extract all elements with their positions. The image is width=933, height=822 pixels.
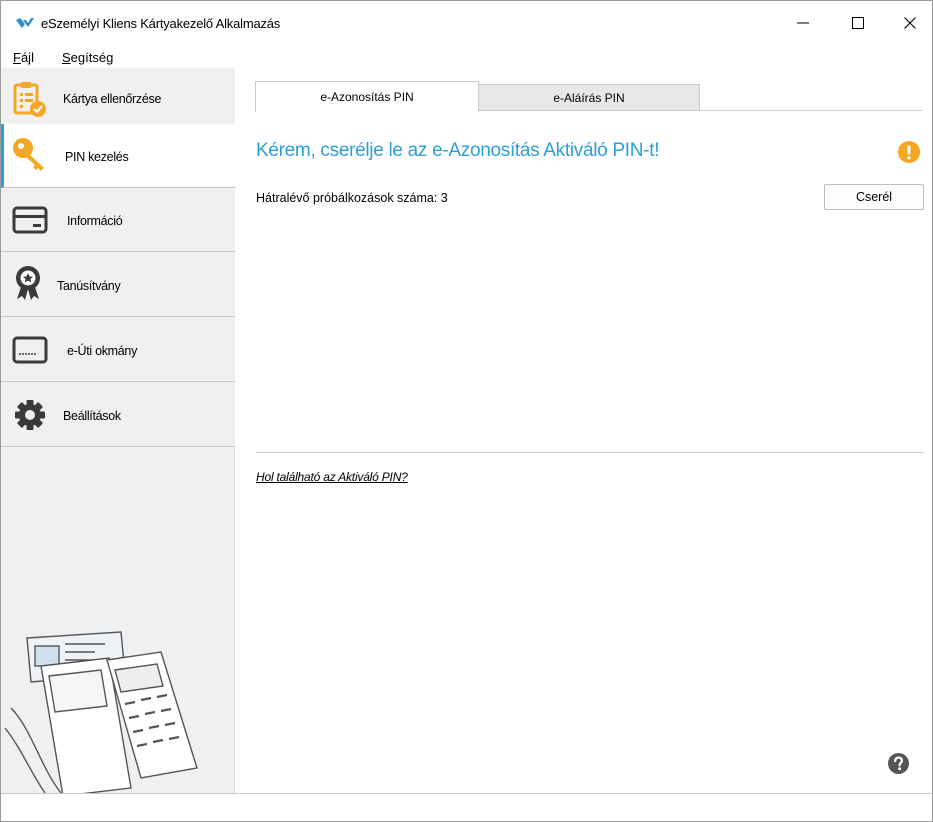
sidebar-item-label: PIN kezelés xyxy=(65,150,129,164)
key-icon xyxy=(13,138,44,171)
card-check-icon xyxy=(13,82,46,117)
menu-bar: Fájl Segítség xyxy=(1,48,932,68)
menu-help[interactable]: Segítség xyxy=(62,50,113,65)
sidebar-item-label: e-Úti okmány xyxy=(67,344,138,358)
menu-file[interactable]: Fájl xyxy=(13,50,34,65)
status-bar xyxy=(1,793,932,821)
minimize-button[interactable] xyxy=(780,1,826,45)
sidebar-item-label: Információ xyxy=(67,214,123,228)
pin-tabs: e-Azonosítás PIN e-Aláírás PIN xyxy=(255,81,922,112)
sidebar-item-label: Kártya ellenőrzése xyxy=(63,92,162,106)
sidebar-item-info[interactable]: Információ xyxy=(1,188,235,252)
main-content: e-Azonosítás PIN e-Aláírás PIN Kérem, cs… xyxy=(236,68,932,793)
divider xyxy=(256,452,924,453)
sidebar-item-settings[interactable]: Beállítások xyxy=(1,383,235,447)
page-heading: Kérem, cserélje le az e-Azonosítás Aktiv… xyxy=(256,140,660,161)
sidebar: Kártya ellenőrzése PIN kezelés Informáci… xyxy=(1,68,236,793)
title-bar: eSzemélyi Kliens Kártyakezelő Alkalmazás xyxy=(1,1,932,45)
sidebar-item-card-check[interactable]: Kártya ellenőrzése xyxy=(1,68,235,132)
sidebar-item-label: Beállítások xyxy=(63,409,121,423)
gear-icon xyxy=(15,400,45,430)
change-pin-button[interactable]: Cserél xyxy=(824,184,924,210)
maximize-icon xyxy=(852,17,864,29)
activation-pin-help-link[interactable]: Hol található az Aktiváló PIN? xyxy=(256,470,408,484)
window-title: eSzemélyi Kliens Kártyakezelő Alkalmazás xyxy=(41,16,281,31)
maximize-button[interactable] xyxy=(835,1,881,45)
certificate-icon xyxy=(16,266,40,300)
card-icon xyxy=(12,206,48,234)
sidebar-item-passport[interactable]: e-Úti okmány xyxy=(1,318,235,382)
card-reader-illustration xyxy=(4,631,198,793)
menu-file-mnemonic: F xyxy=(13,50,21,65)
passport-card-icon xyxy=(12,336,48,364)
sidebar-item-pin[interactable]: PIN kezelés xyxy=(1,124,236,188)
remaining-attempts-text: Hátralévő próbálkozások száma: 3 xyxy=(256,191,448,205)
sidebar-item-label: Tanúsítvány xyxy=(57,279,121,293)
help-icon[interactable] xyxy=(888,753,909,774)
tab-e-azonositas-pin[interactable]: e-Azonosítás PIN xyxy=(255,81,479,112)
menu-help-label: egítség xyxy=(70,50,114,65)
minimize-icon xyxy=(797,22,809,24)
sidebar-item-certificate[interactable]: Tanúsítvány xyxy=(1,253,235,317)
close-button[interactable] xyxy=(887,1,933,45)
close-icon xyxy=(904,17,916,29)
menu-file-label: ájl xyxy=(20,50,34,65)
app-logo-icon xyxy=(16,18,34,28)
tab-e-alairas-pin[interactable]: e-Aláírás PIN xyxy=(478,84,700,111)
warning-icon xyxy=(898,141,920,163)
menu-help-mnemonic: S xyxy=(62,50,71,65)
app-window: eSzemélyi Kliens Kártyakezelő Alkalmazás… xyxy=(0,0,933,822)
